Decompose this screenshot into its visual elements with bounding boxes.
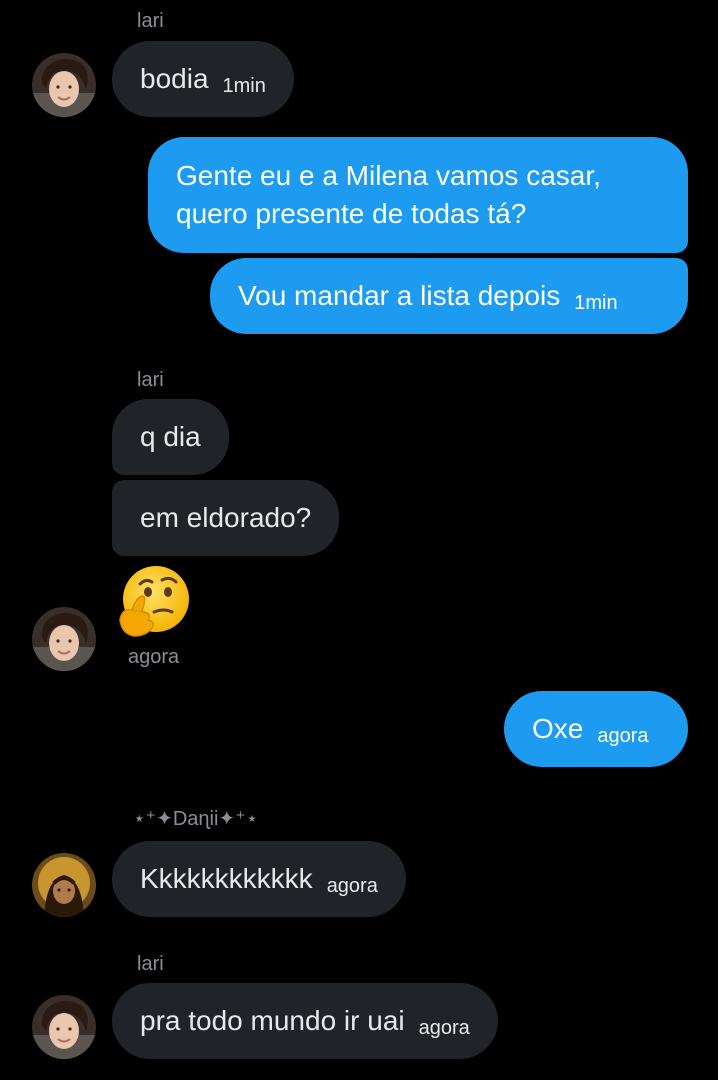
message-bubble[interactable]: q dia	[112, 399, 229, 475]
message-timestamp: agora	[597, 725, 649, 747]
message-text: Gente eu e a Milena vamos casar,	[176, 160, 601, 191]
message-timestamp: agora	[128, 646, 180, 668]
sender-name: lari	[137, 953, 164, 975]
danii-avatar[interactable]	[32, 853, 96, 917]
message-bubble[interactable]: Vou mandar a lista depois 1min	[210, 258, 688, 334]
message-bubble[interactable]: Oxe agora	[504, 691, 688, 767]
thinking-face-icon[interactable]	[114, 562, 194, 642]
message-bubble[interactable]: pra todo mundo ir uai agora	[112, 983, 498, 1059]
message-text: pra todo mundo ir uai	[140, 1005, 405, 1036]
lari-avatar[interactable]	[32, 995, 96, 1059]
sender-name: lari	[137, 10, 164, 32]
message-text: quero presente de todas tá?	[176, 198, 527, 229]
message-text: bodia	[140, 63, 209, 94]
message-text: Vou mandar a lista depois	[238, 280, 561, 311]
sender-name: ⋆⁺✦Daɳii✦⁺⋆	[133, 808, 259, 830]
message-timestamp: 1min	[574, 292, 618, 314]
message-bubble[interactable]: Gente eu e a Milena vamos casar, quero p…	[148, 137, 688, 253]
message-text: q dia	[140, 421, 201, 452]
message-bubble[interactable]: bodia 1min	[112, 41, 294, 117]
lari-avatar[interactable]	[32, 53, 96, 117]
message-text: em eldorado?	[140, 502, 312, 533]
message-text: Kkkkkkkkkkkk	[140, 863, 313, 894]
message-text: Oxe	[532, 713, 584, 744]
message-bubble[interactable]: em eldorado?	[112, 480, 340, 556]
message-timestamp: agora	[326, 875, 378, 897]
sender-name: lari	[137, 369, 164, 391]
lari-avatar[interactable]	[32, 607, 96, 671]
message-timestamp: 1min	[222, 75, 266, 97]
message-timestamp: agora	[418, 1017, 470, 1039]
message-bubble[interactable]: Kkkkkkkkkkkk agora	[112, 841, 406, 917]
